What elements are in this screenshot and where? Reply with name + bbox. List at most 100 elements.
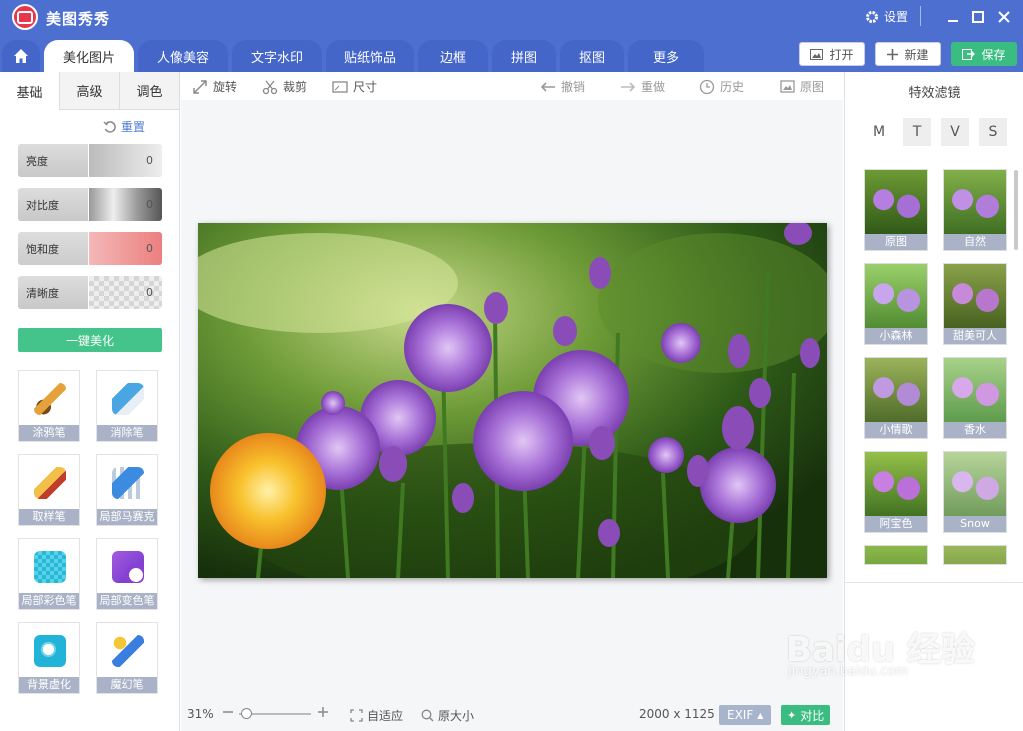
filter-thumb-sweet[interactable]: 甜美可人	[943, 263, 1007, 345]
tab-stickers[interactable]: 贴纸饰品	[326, 40, 414, 72]
actual-size-button[interactable]: 原大小	[421, 707, 474, 724]
save-button[interactable]: 保存	[951, 42, 1017, 66]
tool-eraser-pen[interactable]: 消除笔	[96, 370, 158, 442]
compare-button[interactable]: ✦ 对比	[781, 705, 831, 725]
filter-tab-s[interactable]: S	[979, 118, 1007, 146]
maximize-icon	[972, 11, 984, 23]
new-label: 新建	[904, 47, 929, 62]
filter-tab-t[interactable]: T	[903, 118, 931, 146]
filter-label: Snow	[944, 516, 1006, 532]
undo-button[interactable]: 撤销	[540, 78, 585, 95]
edited-photo[interactable]	[198, 223, 827, 578]
rotate-label: 旋转	[213, 80, 238, 94]
redo-label: 重做	[641, 80, 666, 94]
zoom-level: 31%	[187, 707, 214, 721]
reset-icon	[103, 120, 116, 133]
tab-cutout[interactable]: 抠图	[560, 40, 624, 72]
tool-local-recolor-pen[interactable]: 局部变色笔	[96, 538, 158, 610]
crop-button[interactable]: 裁剪	[262, 78, 307, 95]
filter-label: 小森林	[865, 328, 927, 344]
filter-tab-m[interactable]: M	[865, 118, 893, 146]
contrast-slider[interactable]: 对比度 0	[18, 188, 162, 221]
home-tab[interactable]	[2, 40, 40, 72]
divider	[845, 582, 1023, 583]
filter-thumb-love-song[interactable]: 小情歌	[864, 357, 928, 439]
saturation-slider[interactable]: 饱和度 0	[18, 232, 162, 265]
app-logo-icon	[12, 4, 38, 30]
minimize-button[interactable]	[942, 6, 964, 28]
filter-thumb-snow[interactable]: Snow	[943, 451, 1007, 533]
tab-beautify[interactable]: 美化图片	[44, 40, 134, 72]
filter-thumb-natural[interactable]: 自然	[943, 169, 1007, 251]
filter-thumb-original[interactable]: 原图	[864, 169, 928, 251]
image-icon	[810, 48, 824, 60]
tab-basic[interactable]: 基础	[0, 72, 60, 110]
filter-thumb-forest[interactable]: 小森林	[864, 263, 928, 345]
settings-button[interactable]: 设置	[865, 8, 908, 25]
close-button[interactable]	[993, 6, 1015, 28]
minimize-icon	[948, 20, 958, 22]
original-button[interactable]: 原图	[780, 78, 824, 95]
tab-collage[interactable]: 拼图	[492, 40, 556, 72]
filter-preview	[865, 452, 927, 518]
save-label: 保存	[981, 47, 1006, 62]
redo-icon	[621, 81, 636, 92]
filter-preview	[944, 546, 1006, 564]
maximize-button[interactable]	[967, 6, 989, 28]
filter-preview	[944, 264, 1006, 330]
tool-doodle-pen[interactable]: 涂鸦笔	[18, 370, 80, 442]
zoom-in-button[interactable]	[318, 707, 328, 717]
eraser-icon	[112, 383, 144, 415]
tool-background-blur[interactable]: 背景虚化	[18, 622, 80, 694]
tool-local-color-pen[interactable]: 局部彩色笔	[18, 538, 80, 610]
history-label: 历史	[720, 80, 745, 94]
tool-magic-pen[interactable]: 魔幻笔	[96, 622, 158, 694]
filter-preview	[944, 170, 1006, 236]
filter-scrollbar[interactable]	[1014, 170, 1018, 250]
open-button[interactable]: 打开	[799, 42, 865, 66]
contrast-value: 0	[89, 188, 162, 221]
fit-button[interactable]: 自适应	[350, 707, 403, 724]
tab-text-watermark[interactable]: 文字水印	[232, 40, 322, 72]
caret-up-icon: ▲	[757, 710, 764, 720]
picture-icon	[780, 80, 795, 93]
filter-tab-v[interactable]: V	[941, 118, 969, 146]
tab-border[interactable]: 边框	[418, 40, 488, 72]
tab-advanced[interactable]: 高级	[60, 72, 120, 110]
tool-label: 局部变色笔	[97, 593, 157, 609]
zoom-slider-handle[interactable]	[241, 708, 252, 719]
brightness-slider[interactable]: 亮度 0	[18, 144, 162, 177]
clarity-value: 0	[89, 276, 162, 309]
tab-portrait[interactable]: 人像美容	[138, 40, 228, 72]
reset-button[interactable]: 重置	[103, 118, 145, 135]
recolor-icon	[112, 551, 144, 583]
left-panel: 基础 高级 调色 重置 亮度 0 对比度 0 饱和度 0 清晰度 0 一键美化 …	[0, 72, 180, 731]
filter-preview	[865, 170, 927, 236]
clarity-slider[interactable]: 清晰度 0	[18, 276, 162, 309]
exif-button[interactable]: EXIF ▲	[719, 705, 772, 725]
actual-size-label: 原大小	[438, 709, 475, 723]
one-click-beautify-button[interactable]: 一键美化	[18, 328, 162, 352]
zoom-slider[interactable]	[239, 708, 311, 719]
size-button[interactable]: 尺寸	[332, 78, 377, 95]
minus-icon	[223, 711, 233, 713]
baidu-watermark-url: jingyan.baidu.com	[788, 664, 908, 679]
filter-thumb-partial[interactable]	[864, 545, 928, 565]
rotate-button[interactable]: 旋转	[192, 78, 237, 95]
tab-color[interactable]: 调色	[120, 72, 180, 110]
zoom-out-button[interactable]	[223, 707, 233, 717]
filter-panel-title: 特效滤镜	[908, 86, 961, 101]
tool-label: 背景虚化	[19, 677, 79, 693]
tool-sample-pen[interactable]: 取样笔	[18, 454, 80, 526]
size-label: 尺寸	[353, 80, 378, 94]
filter-thumb-perfume[interactable]: 香水	[943, 357, 1007, 439]
redo-button[interactable]: 重做	[620, 78, 665, 95]
tab-more[interactable]: 更多	[628, 40, 704, 72]
filter-thumb-partial[interactable]	[943, 545, 1007, 565]
history-button[interactable]: 历史	[699, 78, 744, 95]
tool-local-mosaic[interactable]: 局部马赛克	[96, 454, 158, 526]
filter-preview	[944, 452, 1006, 518]
filter-thumb-abao[interactable]: 阿宝色	[864, 451, 928, 533]
new-button[interactable]: 新建	[875, 42, 941, 66]
brightness-value: 0	[89, 144, 162, 177]
